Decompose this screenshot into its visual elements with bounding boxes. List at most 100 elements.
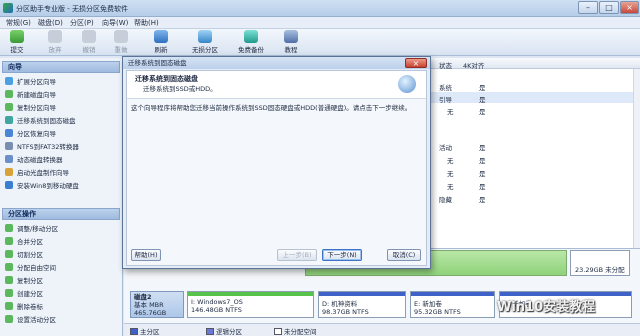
- partition-bar: [319, 292, 405, 296]
- menu-general[interactable]: 常规(G): [6, 18, 31, 28]
- redo-button[interactable]: 重做: [110, 30, 132, 54]
- cell-align: 是: [479, 183, 486, 191]
- partition-ops-header[interactable]: 分区操作: [2, 208, 120, 220]
- watermark: Win10安装教程: [478, 296, 638, 320]
- sidebar-item-allocate[interactable]: 分配自由空间: [5, 262, 121, 274]
- commit-button[interactable]: 提交: [6, 30, 28, 54]
- cell-align: 是: [479, 84, 486, 92]
- maximize-button[interactable]: □: [599, 1, 619, 14]
- allocate-icon: [5, 263, 13, 271]
- cancel-button[interactable]: 取消(C): [387, 249, 421, 261]
- logical-swatch: [206, 328, 214, 335]
- primary-swatch: [130, 328, 138, 335]
- disk-type: 基本 MBR: [134, 301, 164, 309]
- check-icon: [10, 30, 24, 43]
- redo-icon: [114, 30, 128, 43]
- back-button[interactable]: 上一步(B): [277, 249, 317, 261]
- wizard-panel-header[interactable]: 向导: [2, 61, 120, 73]
- sidebar-item-resize[interactable]: 调整/移动分区: [5, 223, 121, 235]
- help-button[interactable]: 帮助(H): [131, 249, 161, 261]
- sidebar-item-migrate-ssd[interactable]: 迁移系统到固态磁盘: [5, 115, 121, 127]
- partition-icon: [198, 30, 212, 43]
- refresh-button[interactable]: 刷新: [150, 30, 172, 54]
- legend-unallocated-label: 未分配空间: [284, 328, 317, 336]
- legend-primary: 主分区: [130, 326, 160, 336]
- sidebar-item-label: 迁移系统到固态磁盘: [17, 117, 76, 125]
- lossless-partition-button[interactable]: 无损分区: [188, 30, 222, 54]
- menu-wizard[interactable]: 向导(W): [102, 18, 128, 28]
- legend: 主分区 逻辑分区 未分配空间: [124, 323, 640, 336]
- sidebar-item-label: 安装Win8到移动硬盘: [17, 182, 79, 190]
- cell-align: 是: [479, 157, 486, 165]
- menu-disk[interactable]: 磁盘(D): [38, 18, 63, 28]
- sidebar-item-extend-partition[interactable]: 扩展分区向导: [5, 76, 121, 88]
- sidebar-item-label: 启动光盘制作向导: [17, 169, 69, 177]
- toolbar: 提交 放弃 撤销 重做 刷新 无损分区 免费备份 教程: [0, 29, 640, 56]
- window-title: 分区助手专业版 - 无损分区免费软件: [16, 5, 128, 13]
- convert-icon: [5, 142, 13, 150]
- tutorial-label: 教程: [284, 46, 298, 54]
- menu-partition[interactable]: 分区(P): [70, 18, 94, 28]
- menu-help[interactable]: 帮助(H): [134, 18, 159, 28]
- cell-align: 是: [479, 96, 486, 104]
- discard-label: 放弃: [48, 46, 62, 54]
- sidebar-item-dynamic-disk[interactable]: 动态磁盘转换器: [5, 154, 121, 166]
- partition-label: I: Windows7_OS: [191, 298, 243, 306]
- sidebar-item-label: 删除卷标: [17, 303, 43, 311]
- cell-align: 是: [479, 108, 486, 116]
- sidebar-item-set-active[interactable]: 设置活动分区: [5, 314, 121, 326]
- redo-label: 重做: [114, 46, 128, 54]
- sidebar-item-delete-label[interactable]: 删除卷标: [5, 301, 121, 313]
- sidebar-item-label: 分区恢复向导: [17, 130, 56, 138]
- partition-i[interactable]: I: Windows7_OS 146.48GB NTFS: [187, 291, 314, 318]
- free-backup-button[interactable]: 免费备份: [234, 30, 268, 54]
- sidebar-item-ntfs-fat32[interactable]: NTFS到FAT32转换器: [5, 141, 121, 153]
- sidebar-item-boot-disc[interactable]: 启动光盘制作向导: [5, 167, 121, 179]
- dialog-header: 迁移系统到固态磁盘 迁移系统到SSD或HDD。: [127, 71, 426, 99]
- dialog-close-button[interactable]: ×: [405, 58, 427, 68]
- lossless-partition-label: 无损分区: [192, 46, 218, 54]
- partition-d[interactable]: D: 机神资料 98.37GB NTFS: [318, 291, 406, 318]
- free-backup-label: 免费备份: [238, 46, 264, 54]
- sidebar-item-win8-usb[interactable]: 安装Win8到移动硬盘: [5, 180, 121, 192]
- app-icon: [3, 3, 13, 13]
- sidebar-item-create[interactable]: 创建分区: [5, 288, 121, 300]
- disk1-unallocated[interactable]: 23.29GB 未分配: [570, 250, 630, 276]
- sidebar-item-label: 动态磁盘转换器: [17, 156, 63, 164]
- sidebar-item-label: NTFS到FAT32转换器: [17, 143, 79, 151]
- windows-icon: [5, 181, 13, 189]
- menu-bar: 常规(G) 磁盘(D) 分区(P) 向导(W) 帮助(H): [0, 17, 640, 29]
- sidebar-item-copy-partition[interactable]: 复制分区向导: [5, 102, 121, 114]
- undo-button[interactable]: 撤销: [78, 30, 100, 54]
- cell-status: 无: [447, 170, 454, 178]
- sidebar-item-copy[interactable]: 复制分区: [5, 275, 121, 287]
- watermark-text: Win10安装教程: [497, 300, 596, 315]
- column-status[interactable]: 状态: [439, 60, 452, 70]
- sidebar-item-label: 创建分区: [17, 290, 43, 298]
- next-button[interactable]: 下一步(N): [322, 249, 362, 261]
- dialog-title: 迁移系统到固态磁盘: [123, 57, 430, 69]
- sidebar-item-new-disk[interactable]: 新建磁盘向导: [5, 89, 121, 101]
- ssd-icon: [5, 116, 13, 124]
- sidebar-item-partition-recovery[interactable]: 分区恢复向导: [5, 128, 121, 140]
- partition-label: D: 机神资料: [322, 300, 358, 308]
- cell-status: 无: [447, 183, 454, 191]
- partition-bar: [188, 292, 313, 296]
- disk-label[interactable]: 磁盘2 基本 MBR 465.76GB: [130, 291, 184, 318]
- tutorial-button[interactable]: 教程: [280, 30, 302, 54]
- dialog-subheading: 迁移系统到SSD或HDD。: [143, 85, 217, 93]
- disk-size: 465.76GB: [134, 309, 167, 317]
- recovery-icon: [5, 129, 13, 137]
- table-scrollbar[interactable]: [633, 69, 640, 248]
- sidebar-item-label: 扩展分区向导: [17, 78, 56, 86]
- create-icon: [5, 289, 13, 297]
- discard-button[interactable]: 放弃: [44, 30, 66, 54]
- close-button[interactable]: ×: [620, 1, 639, 14]
- sidebar-item-split[interactable]: 切割分区: [5, 249, 121, 261]
- sidebar-item-label: 新建磁盘向导: [17, 91, 56, 99]
- cell-status: 隐藏: [439, 196, 452, 204]
- column-4k-align[interactable]: 4K对齐: [463, 60, 484, 70]
- sidebar-item-merge[interactable]: 合并分区: [5, 236, 121, 248]
- legend-unallocated: 未分配空间: [274, 326, 317, 336]
- minimize-button[interactable]: –: [578, 1, 598, 14]
